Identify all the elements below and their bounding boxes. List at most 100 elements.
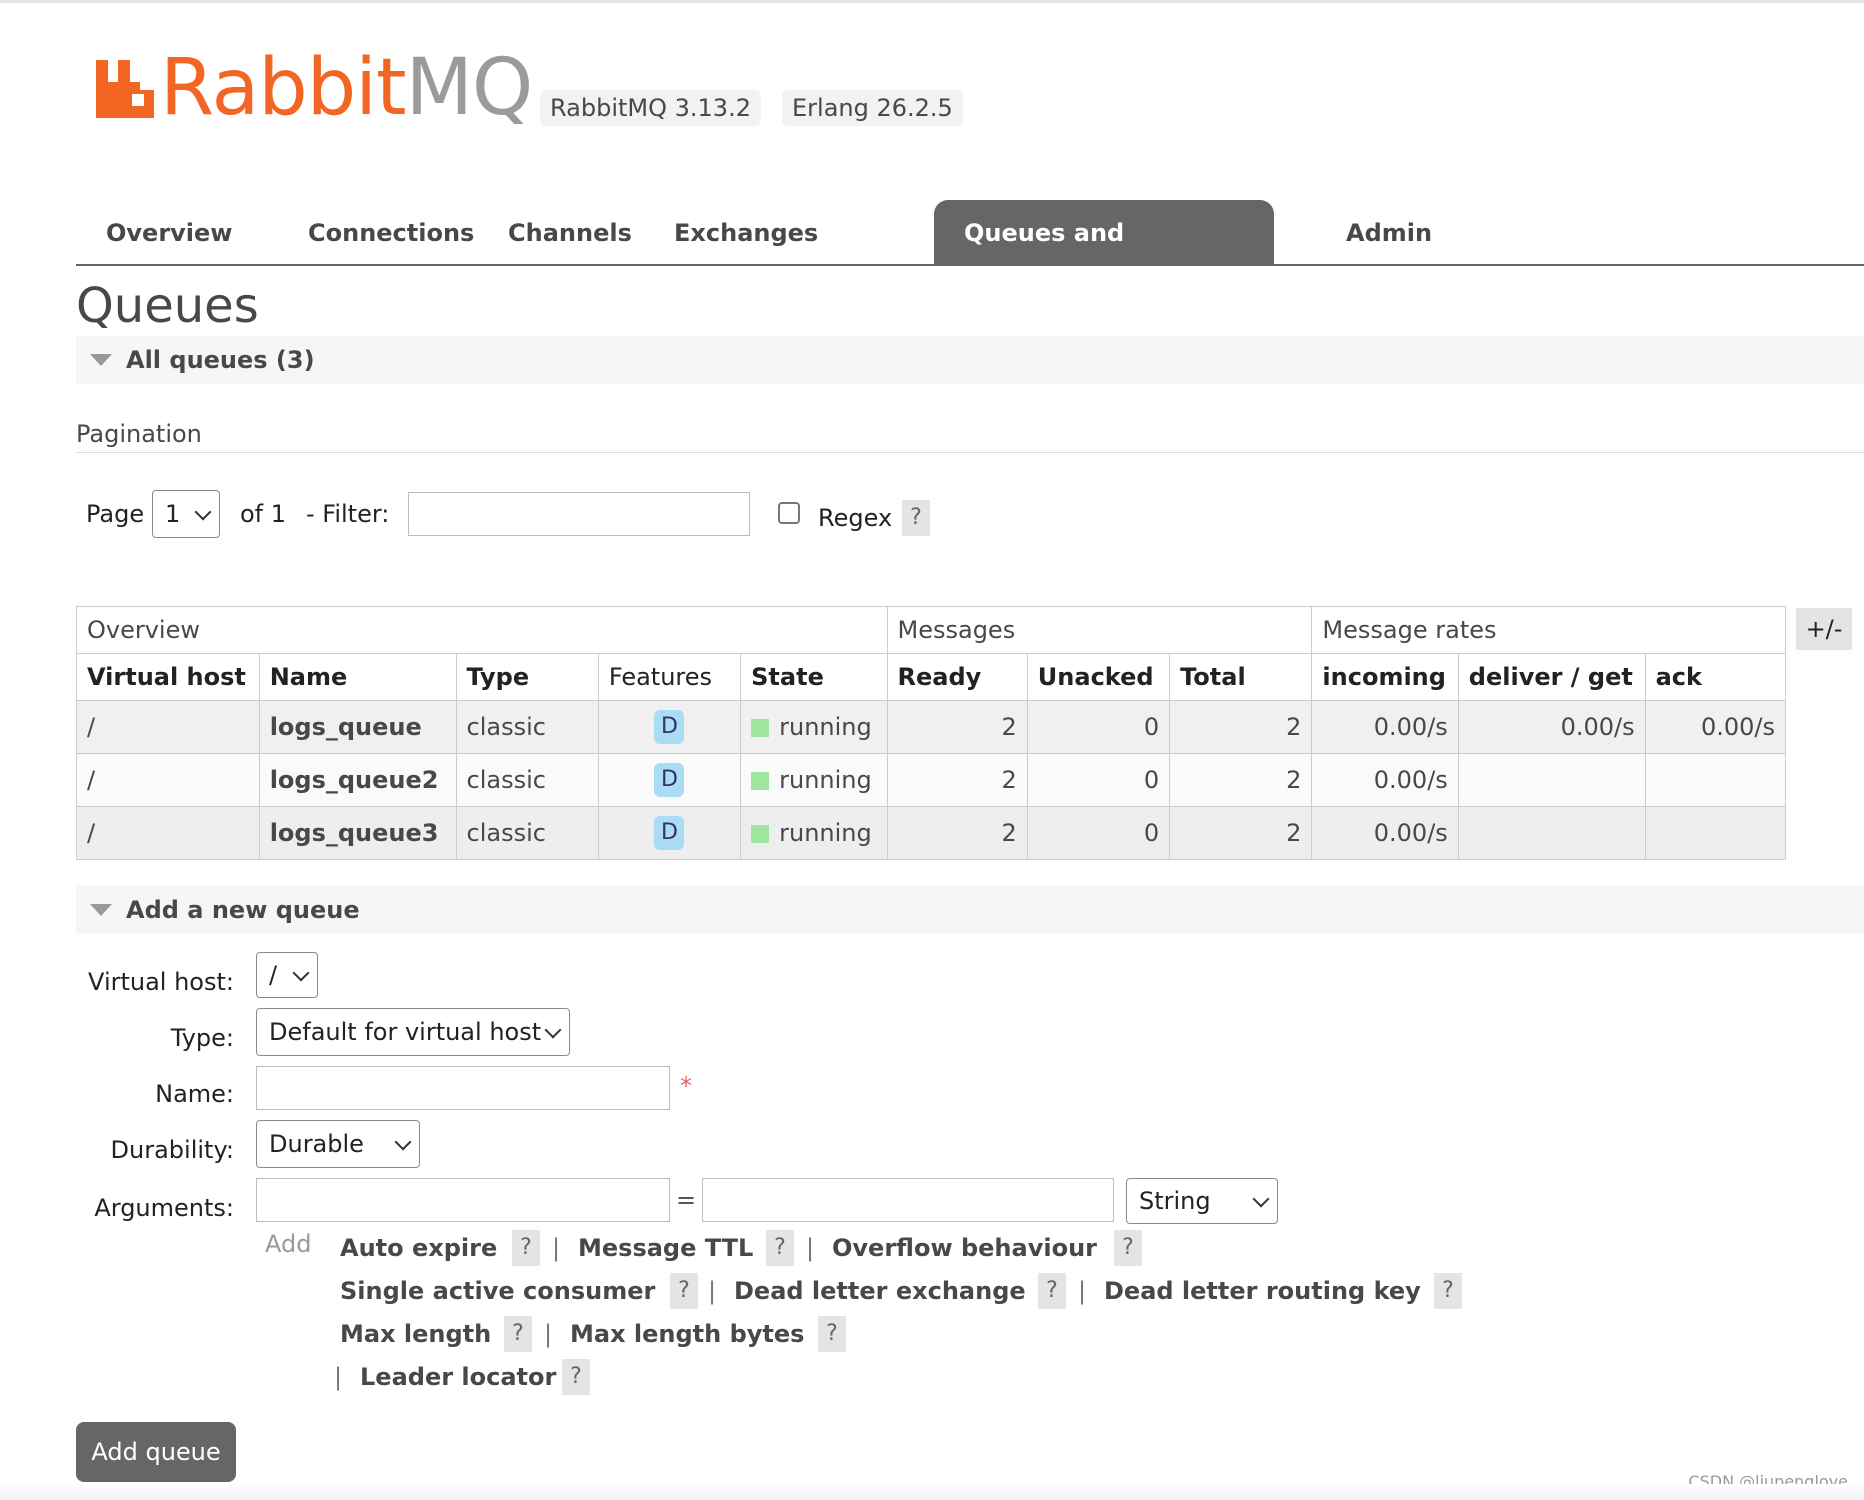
add-queue-heading: Add a new queue [126, 896, 360, 924]
all-queues-section-toggle[interactable]: All queues (3) [76, 336, 1864, 384]
cell-state: running [740, 806, 888, 860]
col-header-features[interactable]: Features [597, 653, 742, 701]
durability-label: Durability: [110, 1136, 234, 1164]
argument-type-select-value: String [1139, 1187, 1211, 1215]
tab-channels[interactable]: Channels [478, 200, 662, 264]
col-header-virtual-host[interactable]: Virtual host [76, 653, 260, 701]
leader-locator-help-icon[interactable]: ? [562, 1359, 590, 1395]
max-length-help-icon[interactable]: ? [504, 1316, 532, 1352]
arg-link-auto-expire[interactable]: Auto expire [340, 1234, 497, 1262]
logo-text-rabbit: Rabbit [160, 43, 407, 133]
regex-checkbox[interactable] [778, 502, 800, 524]
tab-exchanges[interactable]: Exchanges [644, 200, 848, 264]
queue-name-link[interactable]: logs_queue3 [258, 806, 457, 860]
queue-name-input[interactable] [256, 1066, 670, 1110]
cell-features: D [597, 753, 742, 807]
add-queue-button[interactable]: Add queue [76, 1422, 236, 1482]
queues-table: Overview Messages Message rates Virtual … [76, 606, 1787, 860]
cell-deliver-get [1457, 806, 1646, 860]
col-header-ack[interactable]: ack [1644, 653, 1787, 701]
arg-link-single-active-consumer[interactable]: Single active consumer [340, 1277, 655, 1305]
cell-vhost: / [76, 700, 260, 754]
col-header-ready[interactable]: Ready [886, 653, 1028, 701]
table-row[interactable]: / logs_queue3 classic D running 2 0 2 0.… [76, 806, 1787, 860]
dead-letter-routing-key-help-icon[interactable]: ? [1434, 1273, 1462, 1309]
durability-select[interactable]: Durable [256, 1120, 420, 1168]
durable-feature-badge: D [654, 816, 685, 850]
rabbitmq-logo[interactable]: Rabbit MQ TM [96, 43, 570, 133]
table-row[interactable]: / logs_queue classic D running 2 0 2 0.0… [76, 700, 1787, 754]
tab-queues-and-streams[interactable]: Queues and Streams [934, 200, 1274, 313]
filter-label: - Filter: [306, 500, 390, 528]
queue-type-select[interactable]: Default for virtual host [256, 1008, 570, 1056]
cell-total: 2 [1169, 806, 1313, 860]
type-label: Type: [170, 1024, 234, 1052]
cell-type: classic [455, 753, 599, 807]
arg-link-leader-locator[interactable]: Leader locator [360, 1363, 556, 1391]
chevron-down-icon [544, 1021, 562, 1039]
cell-incoming: 0.00/s [1311, 700, 1459, 754]
cell-ack [1644, 753, 1787, 807]
page-select[interactable]: 1 [152, 490, 220, 538]
arg-link-overflow-behaviour[interactable]: Overflow behaviour [832, 1234, 1097, 1262]
single-active-consumer-help-icon[interactable]: ? [670, 1273, 698, 1309]
col-header-deliver-get[interactable]: deliver / get [1457, 653, 1646, 701]
col-header-state[interactable]: State [740, 653, 888, 701]
chevron-down-icon [394, 1133, 412, 1151]
equals-sign: = [676, 1186, 697, 1214]
argument-value-input[interactable] [702, 1178, 1114, 1222]
arg-link-dead-letter-exchange[interactable]: Dead letter exchange [734, 1277, 1026, 1305]
rabbitmq-logo-icon [96, 60, 154, 118]
arg-link-max-length[interactable]: Max length [340, 1320, 491, 1348]
cell-ready: 2 [886, 806, 1028, 860]
page-label: Page [86, 500, 145, 528]
col-header-type[interactable]: Type [455, 653, 599, 701]
cell-ack [1644, 806, 1787, 860]
col-header-name[interactable]: Name [258, 653, 457, 701]
cell-ready: 2 [886, 753, 1028, 807]
auto-expire-help-icon[interactable]: ? [512, 1230, 540, 1266]
tab-connections[interactable]: Connections [278, 200, 504, 264]
state-text: running [779, 766, 872, 794]
queue-name-link[interactable]: logs_queue [258, 700, 457, 754]
tab-overview[interactable]: Overview [76, 200, 262, 264]
cell-ack: 0.00/s [1644, 700, 1787, 754]
add-argument-label: Add [265, 1230, 312, 1258]
col-header-unacked[interactable]: Unacked [1026, 653, 1171, 701]
regex-label: Regex [818, 504, 893, 532]
add-queue-section-toggle[interactable]: Add a new queue [76, 886, 1864, 934]
dead-letter-exchange-help-icon[interactable]: ? [1038, 1273, 1066, 1309]
separator: | [334, 1363, 343, 1391]
col-header-total[interactable]: Total [1169, 653, 1313, 701]
vhost-select-value: / [269, 961, 278, 989]
arg-link-message-ttl[interactable]: Message TTL [578, 1234, 753, 1262]
cell-unacked: 0 [1026, 753, 1171, 807]
separator: | [708, 1277, 717, 1305]
collapse-triangle-icon [90, 354, 112, 366]
queue-name-link[interactable]: logs_queue2 [258, 753, 457, 807]
toggle-columns-button[interactable]: +/- [1796, 608, 1852, 650]
tab-admin[interactable]: Admin [1316, 200, 1462, 264]
vhost-select[interactable]: / [256, 952, 318, 998]
arg-link-max-length-bytes[interactable]: Max length bytes [570, 1320, 804, 1348]
cell-features: D [597, 700, 742, 754]
argument-key-input[interactable] [256, 1178, 670, 1222]
pagination-divider [76, 452, 1864, 453]
max-length-bytes-help-icon[interactable]: ? [818, 1316, 846, 1352]
argument-type-select[interactable]: String [1126, 1178, 1278, 1224]
all-queues-heading: All queues (3) [126, 346, 315, 374]
durable-feature-badge: D [654, 763, 685, 797]
separator: | [1078, 1277, 1087, 1305]
message-ttl-help-icon[interactable]: ? [766, 1230, 794, 1266]
filter-input[interactable] [408, 492, 750, 536]
arg-link-dead-letter-routing-key[interactable]: Dead letter routing key [1104, 1277, 1421, 1305]
col-header-incoming[interactable]: incoming [1311, 653, 1459, 701]
queue-type-select-value: Default for virtual host [269, 1018, 542, 1046]
overflow-behaviour-help-icon[interactable]: ? [1114, 1230, 1142, 1266]
regex-help-icon[interactable]: ? [902, 500, 930, 536]
pagination-heading: Pagination [76, 420, 202, 448]
rabbitmq-version-badge: RabbitMQ 3.13.2 [540, 90, 761, 126]
required-marker: * [680, 1072, 692, 1100]
table-row[interactable]: / logs_queue2 classic D running 2 0 2 0.… [76, 753, 1787, 807]
cell-state: running [740, 700, 888, 754]
